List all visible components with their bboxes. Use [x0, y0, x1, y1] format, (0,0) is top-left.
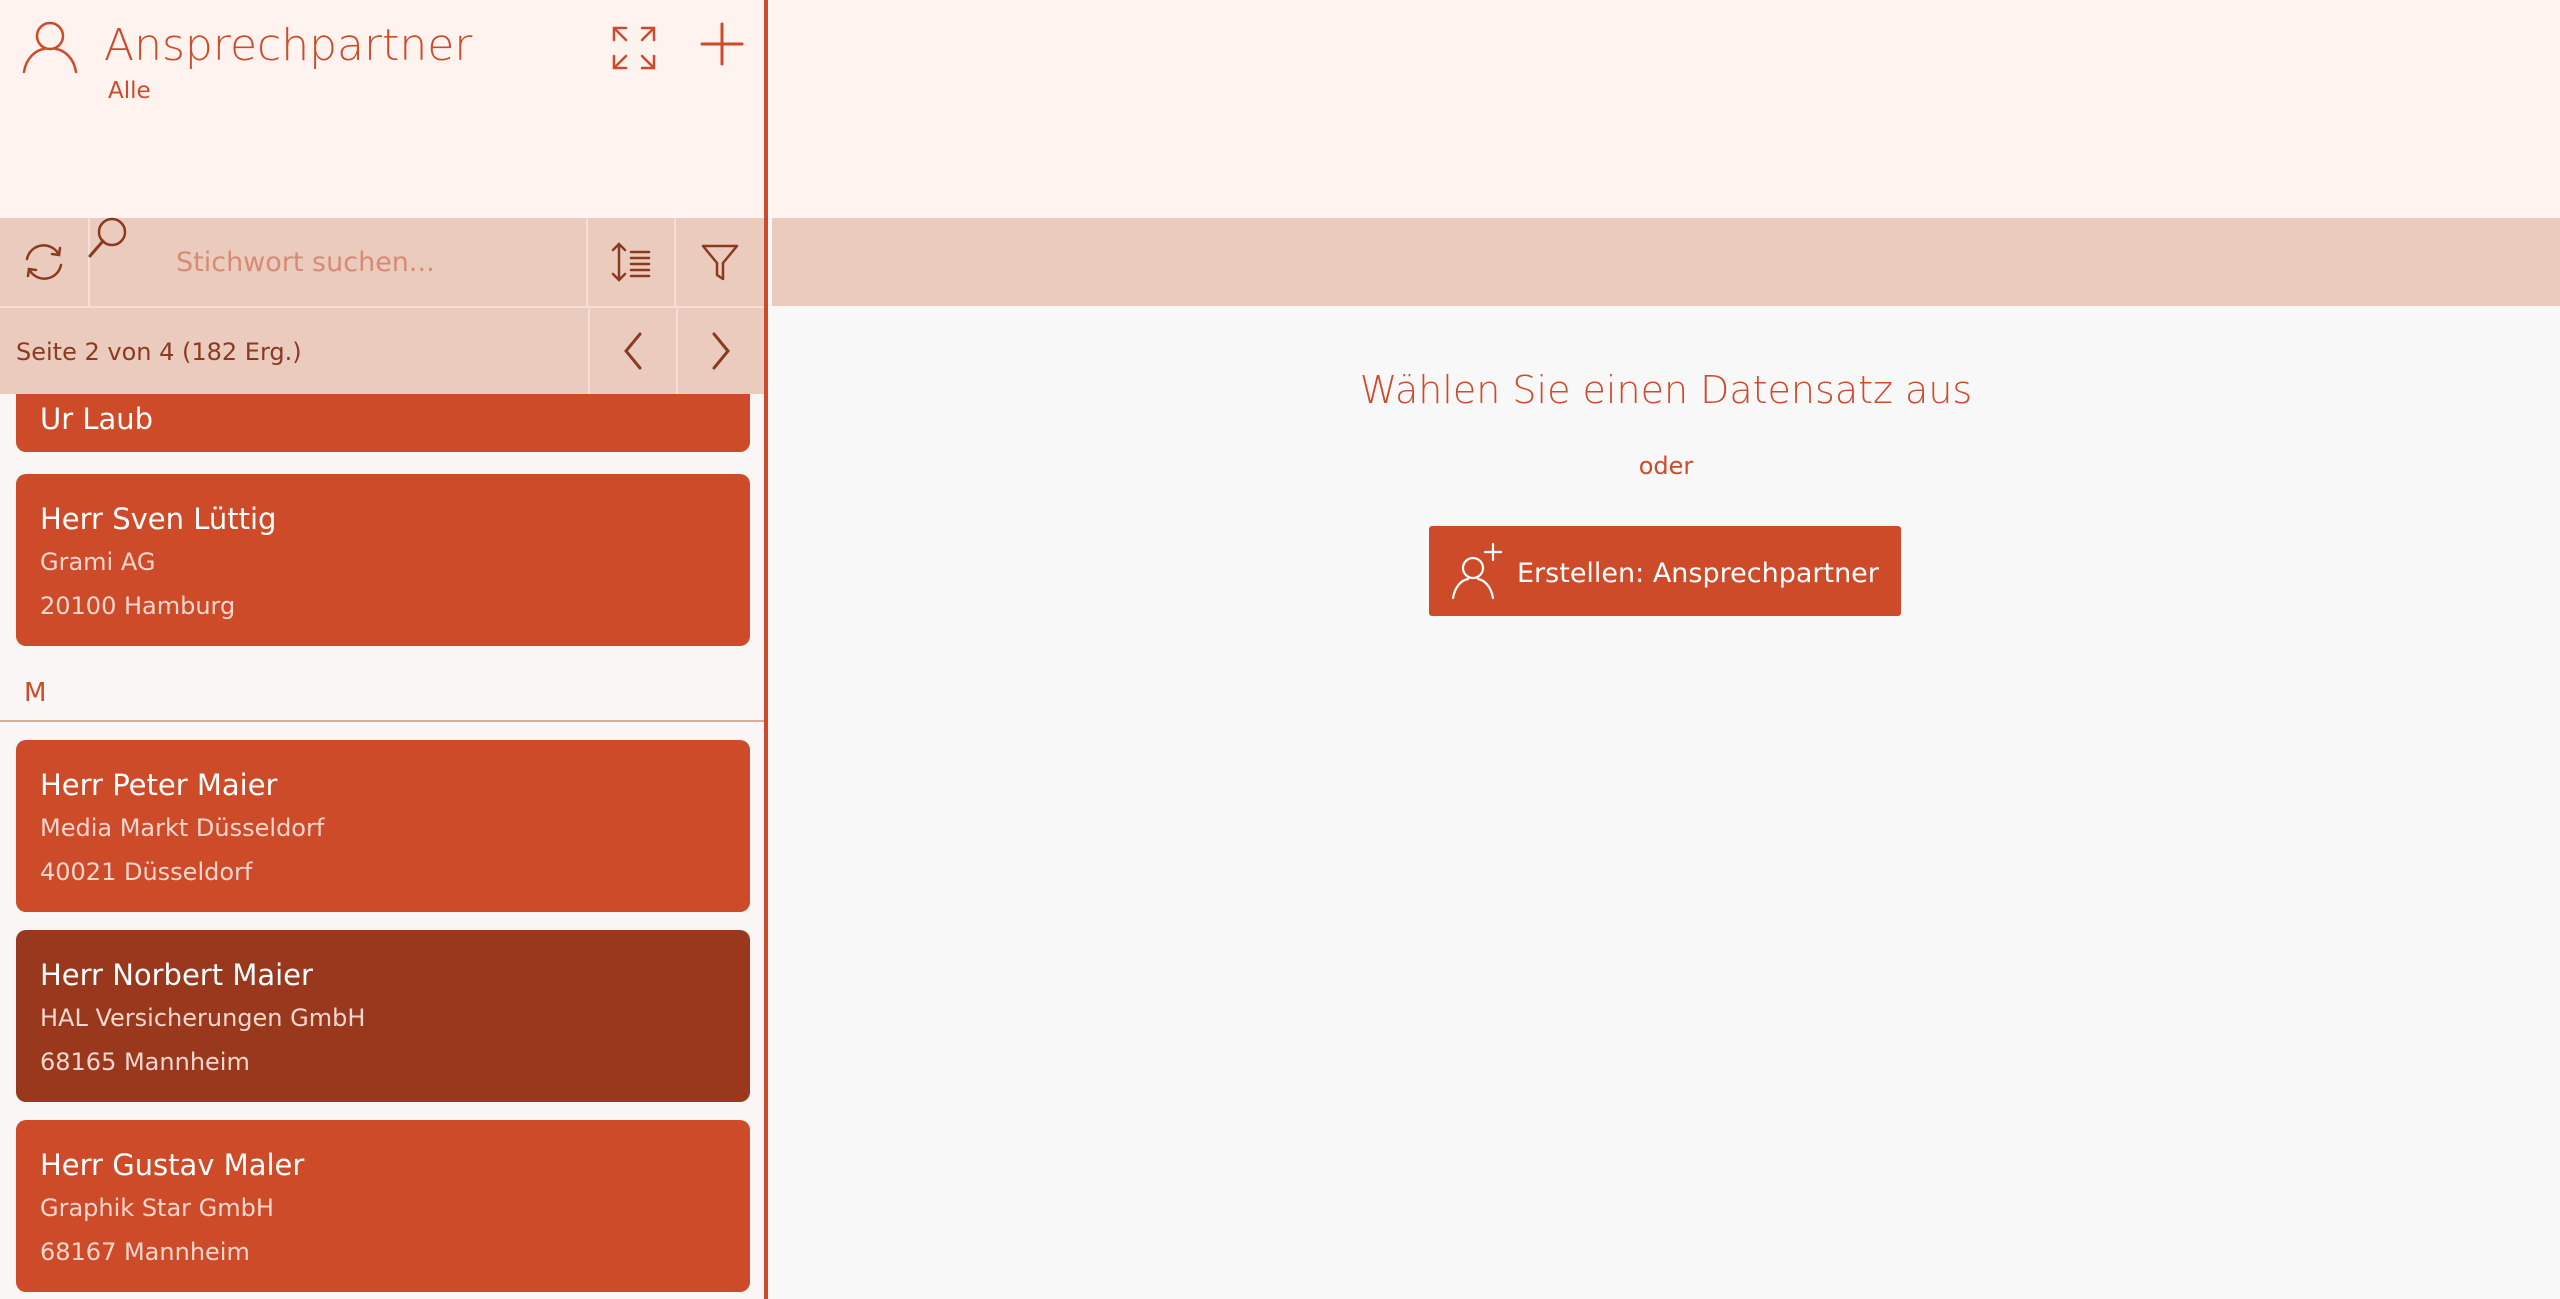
contact-list: Ur Laub Herr Sven Lüttig Grami AG 20100 … — [0, 394, 764, 1299]
contact-card[interactable]: Ur Laub — [16, 394, 750, 452]
sidebar: Ansprechpartner Alle Stichwort suchen...… — [0, 0, 768, 1299]
filter-button[interactable] — [676, 218, 764, 306]
refresh-icon — [25, 244, 63, 280]
filter-icon — [701, 244, 739, 281]
section-header-m: M — [24, 678, 47, 708]
create-contact-button[interactable]: Erstellen: Ansprechpartner — [1429, 526, 1901, 616]
add-person-icon — [1451, 542, 1503, 600]
contact-city: 20100 Hamburg — [40, 592, 236, 620]
contact-name: Herr Norbert Maier — [40, 958, 313, 992]
detail-panel: Wählen Sie einen Datensatz aus oder Erst… — [772, 306, 2560, 1299]
person-icon — [22, 21, 78, 74]
chevron-right-icon — [712, 332, 730, 370]
contact-company: Media Markt Düsseldorf — [40, 814, 325, 842]
search-box — [88, 217, 588, 306]
detail-header — [772, 0, 2560, 218]
previous-page-button[interactable] — [588, 308, 676, 394]
next-page-button[interactable] — [676, 308, 764, 394]
page-title: Ansprechpartner — [104, 20, 473, 71]
search-input[interactable] — [176, 238, 566, 286]
empty-state-or: oder — [1638, 452, 1694, 480]
search-icon — [88, 217, 127, 258]
contact-city: 68165 Mannheim — [40, 1048, 250, 1076]
empty-state-title: Wählen Sie einen Datensatz aus — [1359, 368, 1973, 412]
chevron-left-icon — [624, 332, 642, 370]
sort-button[interactable] — [588, 218, 676, 306]
expand-icon[interactable] — [606, 20, 662, 76]
create-contact-label: Erstellen: Ansprechpartner — [1517, 558, 1879, 589]
contact-company: Grami AG — [40, 548, 156, 576]
plus-icon[interactable] — [694, 16, 750, 72]
contact-name: Herr Sven Lüttig — [40, 502, 277, 536]
page-subtitle: Alle — [108, 78, 151, 104]
refresh-button[interactable] — [0, 218, 90, 306]
contact-card-selected[interactable]: Herr Norbert Maier HAL Versicherungen Gm… — [16, 930, 750, 1102]
contact-name: Herr Gustav Maler — [40, 1148, 305, 1182]
contact-city: 68167 Mannheim — [40, 1238, 250, 1266]
sort-icon — [611, 242, 651, 282]
contact-card[interactable]: Herr Gustav Maler Graphik Star GmbH 6816… — [16, 1120, 750, 1292]
contact-company: HAL Versicherungen GmbH — [40, 1004, 366, 1032]
sidebar-header: Ansprechpartner Alle — [0, 0, 764, 218]
list-toolbar — [0, 217, 764, 306]
page-info: Seite 2 von 4 (182 Erg.) — [16, 338, 302, 366]
contact-card[interactable]: Herr Peter Maier Media Markt Düsseldorf … — [16, 740, 750, 912]
detail-toolbar — [772, 218, 2560, 306]
section-divider — [0, 720, 764, 722]
contact-company: Graphik Star GmbH — [40, 1194, 274, 1222]
contact-name: Ur Laub — [40, 402, 154, 436]
pagination-bar: Seite 2 von 4 (182 Erg.) — [0, 306, 764, 394]
contact-card[interactable]: Herr Sven Lüttig Grami AG 20100 Hamburg — [16, 474, 750, 646]
contact-name: Herr Peter Maier — [40, 768, 278, 802]
contact-city: 40021 Düsseldorf — [40, 858, 253, 886]
